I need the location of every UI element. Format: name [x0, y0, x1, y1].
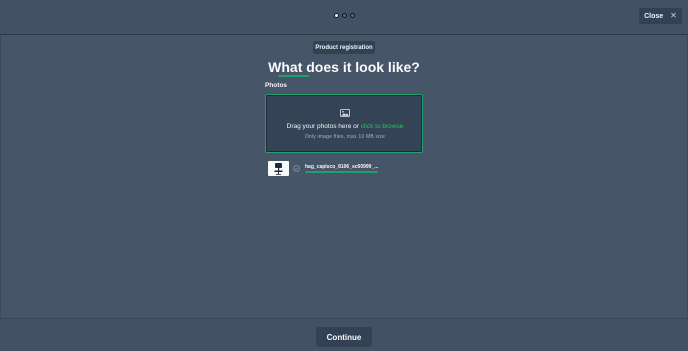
page-title: What does it look like?	[268, 59, 420, 75]
upload-progress-fill	[305, 171, 378, 173]
file-name: hag_capisco_8106_sc60999_...	[305, 164, 379, 170]
close-button[interactable]: Close ✕	[639, 8, 682, 24]
photo-dropzone[interactable]: Drag your photos here or click to browse…	[265, 94, 423, 153]
continue-button[interactable]: Continue	[316, 327, 372, 347]
check-circle-icon	[293, 165, 300, 172]
file-thumbnail	[268, 161, 289, 176]
dropzone-text: Drag your photos here or click to browse	[266, 123, 424, 130]
dropzone-instruction: Drag your photos here or	[286, 123, 359, 130]
footer-bar: Continue	[0, 318, 688, 351]
image-icon	[340, 109, 350, 117]
chair-image	[274, 163, 283, 175]
browse-link[interactable]: click to browse	[361, 123, 404, 130]
top-bar: Close ✕	[0, 0, 688, 35]
step-dot-2	[342, 13, 347, 18]
step-dot-1	[334, 13, 339, 18]
step-indicator	[334, 13, 355, 18]
main-content	[0, 36, 688, 318]
photos-label: Photos	[265, 82, 288, 89]
page-badge: Product registration	[313, 41, 375, 54]
uploaded-file-row: hag_capisco_8106_sc60999_...	[268, 161, 388, 177]
close-button-label: Close	[644, 12, 664, 20]
dropzone-hint: Only image files, max 10 MB size	[304, 134, 386, 140]
step-dot-3	[350, 13, 355, 18]
upload-progress	[305, 171, 378, 173]
title-underline	[278, 75, 309, 77]
close-icon: ✕	[670, 11, 677, 20]
